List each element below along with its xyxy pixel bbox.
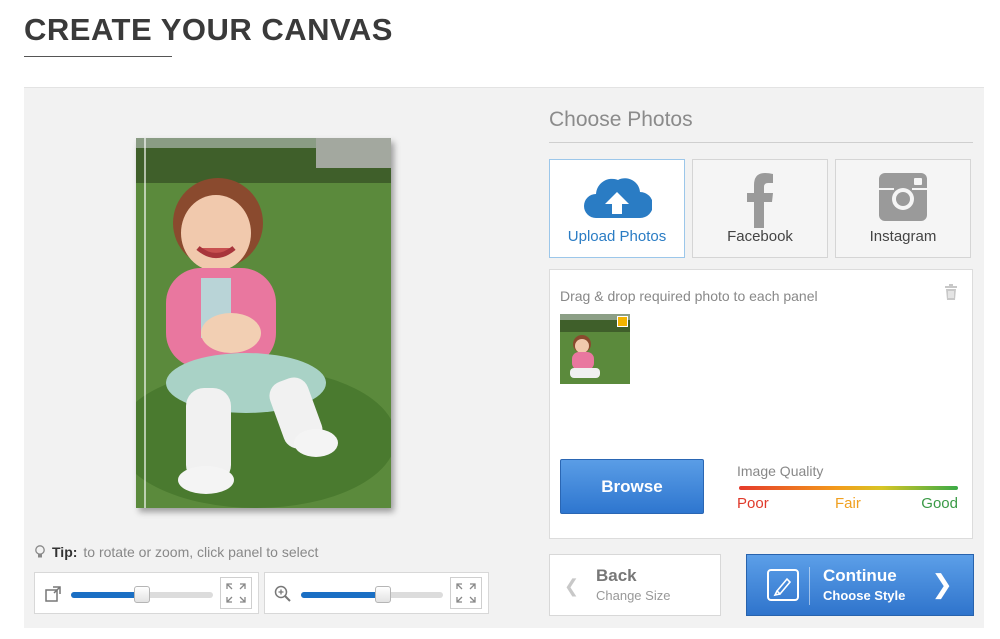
chevron-right-icon: ❯ <box>931 569 953 599</box>
upload-photos-button[interactable]: Upload Photos <box>549 159 685 258</box>
back-sublabel: Change Size <box>596 588 671 603</box>
rotate-control <box>34 572 259 614</box>
rotate-slider-handle[interactable] <box>134 586 150 603</box>
facebook-button[interactable]: Facebook <box>692 159 828 258</box>
tip-text: to rotate or zoom, click panel to select <box>83 544 319 560</box>
continue-button[interactable]: Continue Choose Style ❯ <box>746 554 974 616</box>
fit-button[interactable] <box>220 577 252 609</box>
title-underline <box>24 56 172 57</box>
zoom-slider[interactable] <box>301 586 443 603</box>
zoom-slider-fill <box>301 592 384 598</box>
instagram-button[interactable]: Instagram <box>835 159 971 258</box>
drop-instructions: Drag & drop required photo to each panel <box>560 288 818 304</box>
instagram-label: Instagram <box>869 228 937 245</box>
required-badge <box>617 316 628 327</box>
quality-good-label: Good <box>921 495 958 512</box>
lightbulb-icon <box>35 545 45 558</box>
canvas-editor-panel: Tip: to rotate or zoom, click panel to s… <box>24 87 984 628</box>
back-button[interactable]: ❮ Back Change Size <box>549 554 721 616</box>
quality-fair-label: Fair <box>835 495 861 512</box>
page-title: CREATE YOUR CANVAS <box>24 12 393 47</box>
tip-label: Tip: <box>52 544 78 560</box>
continue-divider <box>809 567 810 605</box>
photo-drop-area[interactable]: Drag & drop required photo to each panel… <box>549 269 973 539</box>
expand-icon <box>456 583 476 603</box>
continue-sublabel: Choose Style <box>823 588 906 603</box>
rotate-slider-fill <box>71 592 142 598</box>
expand-icon <box>226 583 246 603</box>
browse-button[interactable]: Browse <box>560 459 704 514</box>
facebook-icon <box>747 173 773 228</box>
canvas-preview[interactable] <box>136 138 391 508</box>
divider <box>549 142 973 143</box>
canvas-photo <box>136 138 391 508</box>
rotate-icon[interactable] <box>43 584 63 604</box>
zoom-in-icon[interactable] <box>273 584 293 604</box>
zoom-control <box>264 572 489 614</box>
photo-thumbnail[interactable] <box>560 314 630 384</box>
instagram-icon <box>879 173 927 221</box>
choose-photos-title: Choose Photos <box>549 108 693 131</box>
facebook-label: Facebook <box>727 228 793 245</box>
quality-poor-label: Poor <box>737 495 769 512</box>
zoom-slider-handle[interactable] <box>375 586 392 603</box>
continue-label: Continue <box>823 566 897 585</box>
fit-button[interactable] <box>450 577 482 609</box>
image-quality-label: Image Quality <box>737 463 824 479</box>
trash-icon[interactable] <box>944 284 958 300</box>
brush-icon <box>767 569 799 601</box>
cloud-upload-icon <box>584 178 652 218</box>
back-label: Back <box>596 566 637 585</box>
tip: Tip: to rotate or zoom, click panel to s… <box>34 544 318 560</box>
canvas-wrap-edge <box>144 138 146 508</box>
image-quality-bar <box>739 486 958 490</box>
chevron-left-icon: ❮ <box>564 576 580 596</box>
upload-photos-label: Upload Photos <box>567 228 667 245</box>
rotate-slider[interactable] <box>71 586 213 603</box>
